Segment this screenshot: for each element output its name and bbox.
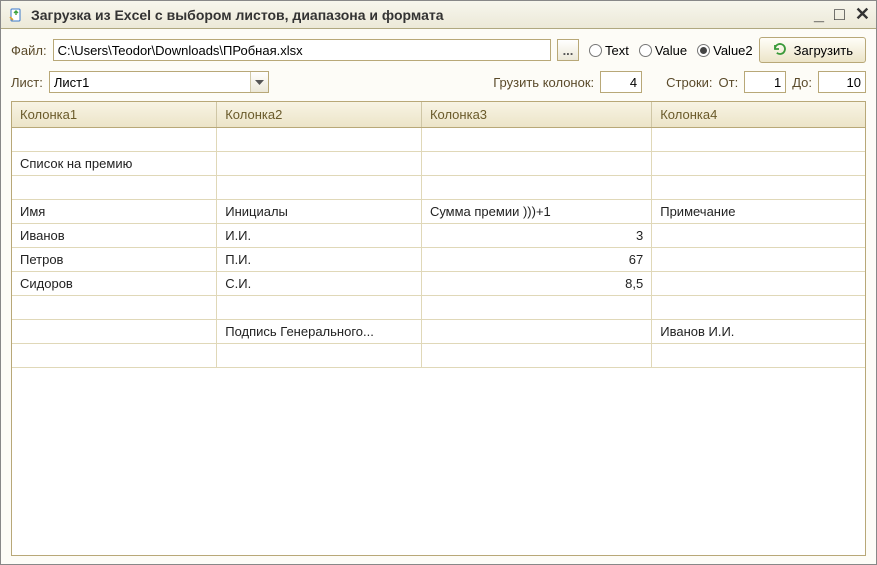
table-cell[interactable] xyxy=(217,296,422,320)
radio-value[interactable]: Value xyxy=(639,43,687,58)
table-cell[interactable]: 67 xyxy=(421,248,651,272)
table-row[interactable] xyxy=(12,296,865,320)
sheet-select[interactable]: Лист1 xyxy=(49,71,269,93)
col-header-3[interactable]: Колонка3 xyxy=(421,102,651,128)
table-cell[interactable] xyxy=(652,248,865,272)
radio-value2[interactable]: Value2 xyxy=(697,43,753,58)
table-cell[interactable] xyxy=(652,296,865,320)
table-cell[interactable] xyxy=(421,320,651,344)
table-cell[interactable]: Иванов xyxy=(12,224,217,248)
data-table-wrap: Колонка1 Колонка2 Колонка3 Колонка4 Спис… xyxy=(11,101,866,556)
table-cell[interactable]: 3 xyxy=(421,224,651,248)
table-cell[interactable] xyxy=(652,272,865,296)
rows-label: Строки: xyxy=(666,75,712,90)
maximize-button[interactable]: □ xyxy=(834,4,845,25)
to-label: До: xyxy=(792,75,812,90)
table-row[interactable]: СидоровС.И.8,5 xyxy=(12,272,865,296)
close-button[interactable]: ✕ xyxy=(855,4,870,25)
table-row[interactable] xyxy=(12,344,865,368)
col-header-1[interactable]: Колонка1 xyxy=(12,102,217,128)
table-header-row: Колонка1 Колонка2 Колонка3 Колонка4 xyxy=(12,102,865,128)
rows-to-input[interactable] xyxy=(818,71,866,93)
table-cell[interactable] xyxy=(12,344,217,368)
columns-label: Грузить колонок: xyxy=(493,75,594,90)
table-cell[interactable]: Примечание xyxy=(652,200,865,224)
titlebar: Загрузка из Excel с выбором листов, диап… xyxy=(1,1,876,29)
table-row[interactable]: ПетровП.И.67 xyxy=(12,248,865,272)
table-cell[interactable] xyxy=(217,176,422,200)
table-cell[interactable] xyxy=(652,176,865,200)
browse-button[interactable]: ... xyxy=(557,39,579,61)
table-row[interactable]: Подпись Генерального... Иванов И.И. xyxy=(12,320,865,344)
app-icon xyxy=(7,6,25,24)
sheet-select-value: Лист1 xyxy=(50,75,250,90)
file-path-input[interactable] xyxy=(53,39,551,61)
table-row[interactable] xyxy=(12,176,865,200)
radio-text[interactable]: Text xyxy=(589,43,629,58)
table-cell[interactable] xyxy=(12,128,217,152)
table-cell[interactable] xyxy=(217,344,422,368)
col-header-2[interactable]: Колонка2 xyxy=(217,102,422,128)
chevron-down-icon xyxy=(250,72,268,92)
table-cell[interactable] xyxy=(217,152,422,176)
table-cell[interactable]: 8,5 xyxy=(421,272,651,296)
table-cell[interactable] xyxy=(421,176,651,200)
radio-icon xyxy=(589,44,602,57)
col-header-4[interactable]: Колонка4 xyxy=(652,102,865,128)
data-table: Колонка1 Колонка2 Колонка3 Колонка4 Спис… xyxy=(12,102,865,368)
table-row[interactable] xyxy=(12,128,865,152)
minimize-button[interactable]: _ xyxy=(814,4,824,25)
table-cell[interactable] xyxy=(12,296,217,320)
table-cell[interactable] xyxy=(12,320,217,344)
table-cell[interactable]: П.И. xyxy=(217,248,422,272)
table-cell[interactable] xyxy=(421,152,651,176)
table-cell[interactable] xyxy=(421,296,651,320)
table-cell[interactable]: Сидоров xyxy=(12,272,217,296)
table-row[interactable]: ИвановИ.И.3 xyxy=(12,224,865,248)
radio-icon xyxy=(697,44,710,57)
table-cell[interactable]: Список на премию xyxy=(12,152,217,176)
from-label: От: xyxy=(719,75,739,90)
rows-from-input[interactable] xyxy=(744,71,786,93)
table-cell[interactable]: Инициалы xyxy=(217,200,422,224)
table-cell[interactable] xyxy=(652,344,865,368)
table-cell[interactable]: Петров xyxy=(12,248,217,272)
table-cell[interactable]: Сумма премии )))+1 xyxy=(421,200,651,224)
table-cell[interactable] xyxy=(652,152,865,176)
table-row[interactable]: Список на премию xyxy=(12,152,865,176)
sheet-label: Лист: xyxy=(11,75,43,90)
format-radio-group: Text Value Value2 xyxy=(589,43,753,58)
table-cell[interactable] xyxy=(217,128,422,152)
columns-input[interactable] xyxy=(600,71,642,93)
table-cell[interactable]: Подпись Генерального... xyxy=(217,320,422,344)
table-cell[interactable] xyxy=(421,344,651,368)
table-cell[interactable]: С.И. xyxy=(217,272,422,296)
load-button[interactable]: Загрузить xyxy=(759,37,866,63)
refresh-icon xyxy=(772,41,788,60)
table-cell[interactable] xyxy=(421,128,651,152)
radio-icon xyxy=(639,44,652,57)
table-cell[interactable]: И.И. xyxy=(217,224,422,248)
table-cell[interactable] xyxy=(12,176,217,200)
file-label: Файл: xyxy=(11,43,47,58)
table-cell[interactable]: Иванов И.И. xyxy=(652,320,865,344)
table-cell[interactable]: Имя xyxy=(12,200,217,224)
table-cell[interactable] xyxy=(652,224,865,248)
table-cell[interactable] xyxy=(652,128,865,152)
table-row[interactable]: ИмяИнициалыСумма премии )))+1Примечание xyxy=(12,200,865,224)
window-title: Загрузка из Excel с выбором листов, диап… xyxy=(31,7,444,23)
